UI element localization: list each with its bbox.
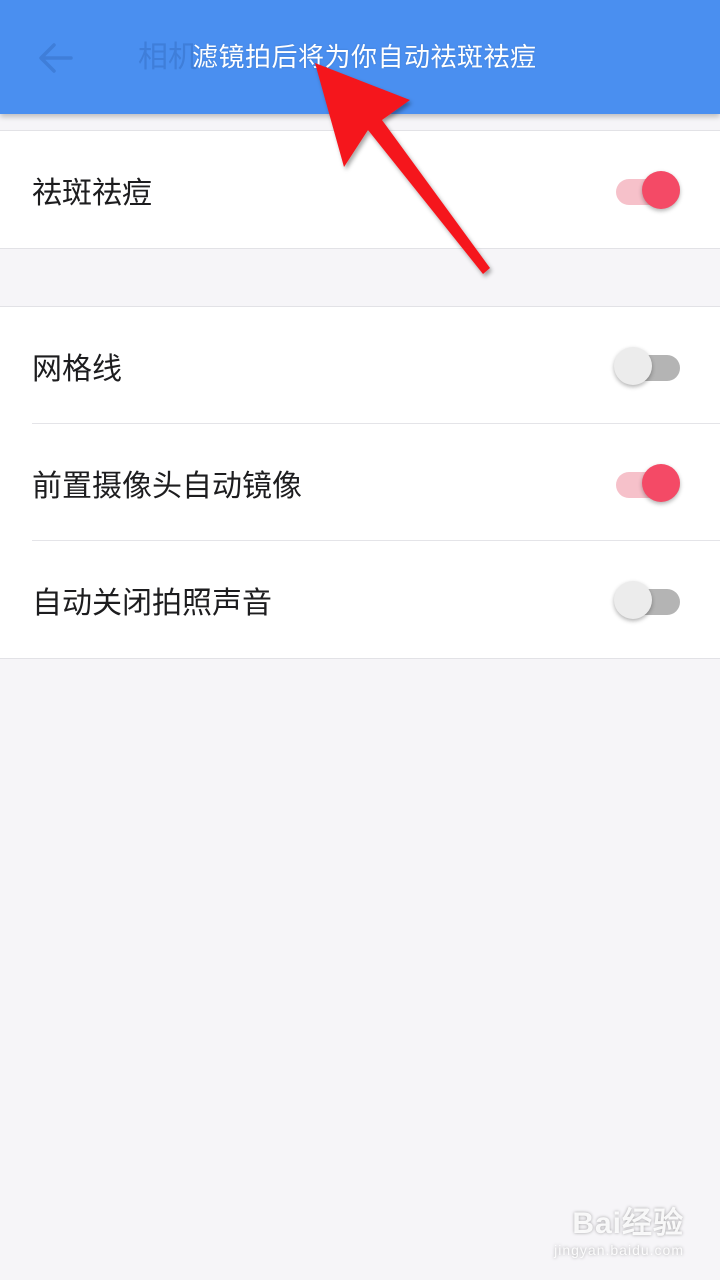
toggle-thumb bbox=[642, 170, 680, 209]
toggle-thumb bbox=[614, 346, 652, 385]
grid-lines-toggle[interactable] bbox=[614, 344, 682, 388]
front-camera-mirror-toggle[interactable] bbox=[616, 461, 682, 505]
setting-label: 前置摄像头自动镜像 bbox=[32, 468, 302, 504]
toggle-thumb bbox=[614, 580, 652, 619]
setting-row-grid-lines[interactable]: 网格线 bbox=[0, 307, 720, 424]
watermark-logo: Bai经验 bbox=[572, 1207, 684, 1240]
setting-row-front-camera-mirror[interactable]: 前置摄像头自动镜像 bbox=[0, 424, 720, 541]
setting-label: 祛斑祛痘 bbox=[32, 175, 152, 211]
arrow-left-icon bbox=[39, 43, 73, 73]
setting-row-mute-shutter-sound[interactable]: 自动关闭拍照声音 bbox=[0, 541, 720, 658]
blemish-removal-toggle[interactable] bbox=[616, 168, 682, 212]
settings-section-general: 网格线 前置摄像头自动镜像 自动关闭拍照声音 bbox=[0, 306, 720, 659]
page-title: 相机 bbox=[138, 40, 198, 75]
mute-shutter-sound-toggle[interactable] bbox=[614, 578, 682, 622]
setting-label: 自动关闭拍照声音 bbox=[32, 585, 272, 621]
setting-label: 网格线 bbox=[32, 351, 122, 387]
watermark: Bai经验 jingyan.baidu.com bbox=[554, 1198, 684, 1258]
watermark-url: jingyan.baidu.com bbox=[554, 1242, 684, 1258]
toggle-thumb bbox=[642, 463, 680, 502]
back-button[interactable] bbox=[30, 36, 80, 80]
annotation-arrow-icon bbox=[315, 63, 490, 274]
